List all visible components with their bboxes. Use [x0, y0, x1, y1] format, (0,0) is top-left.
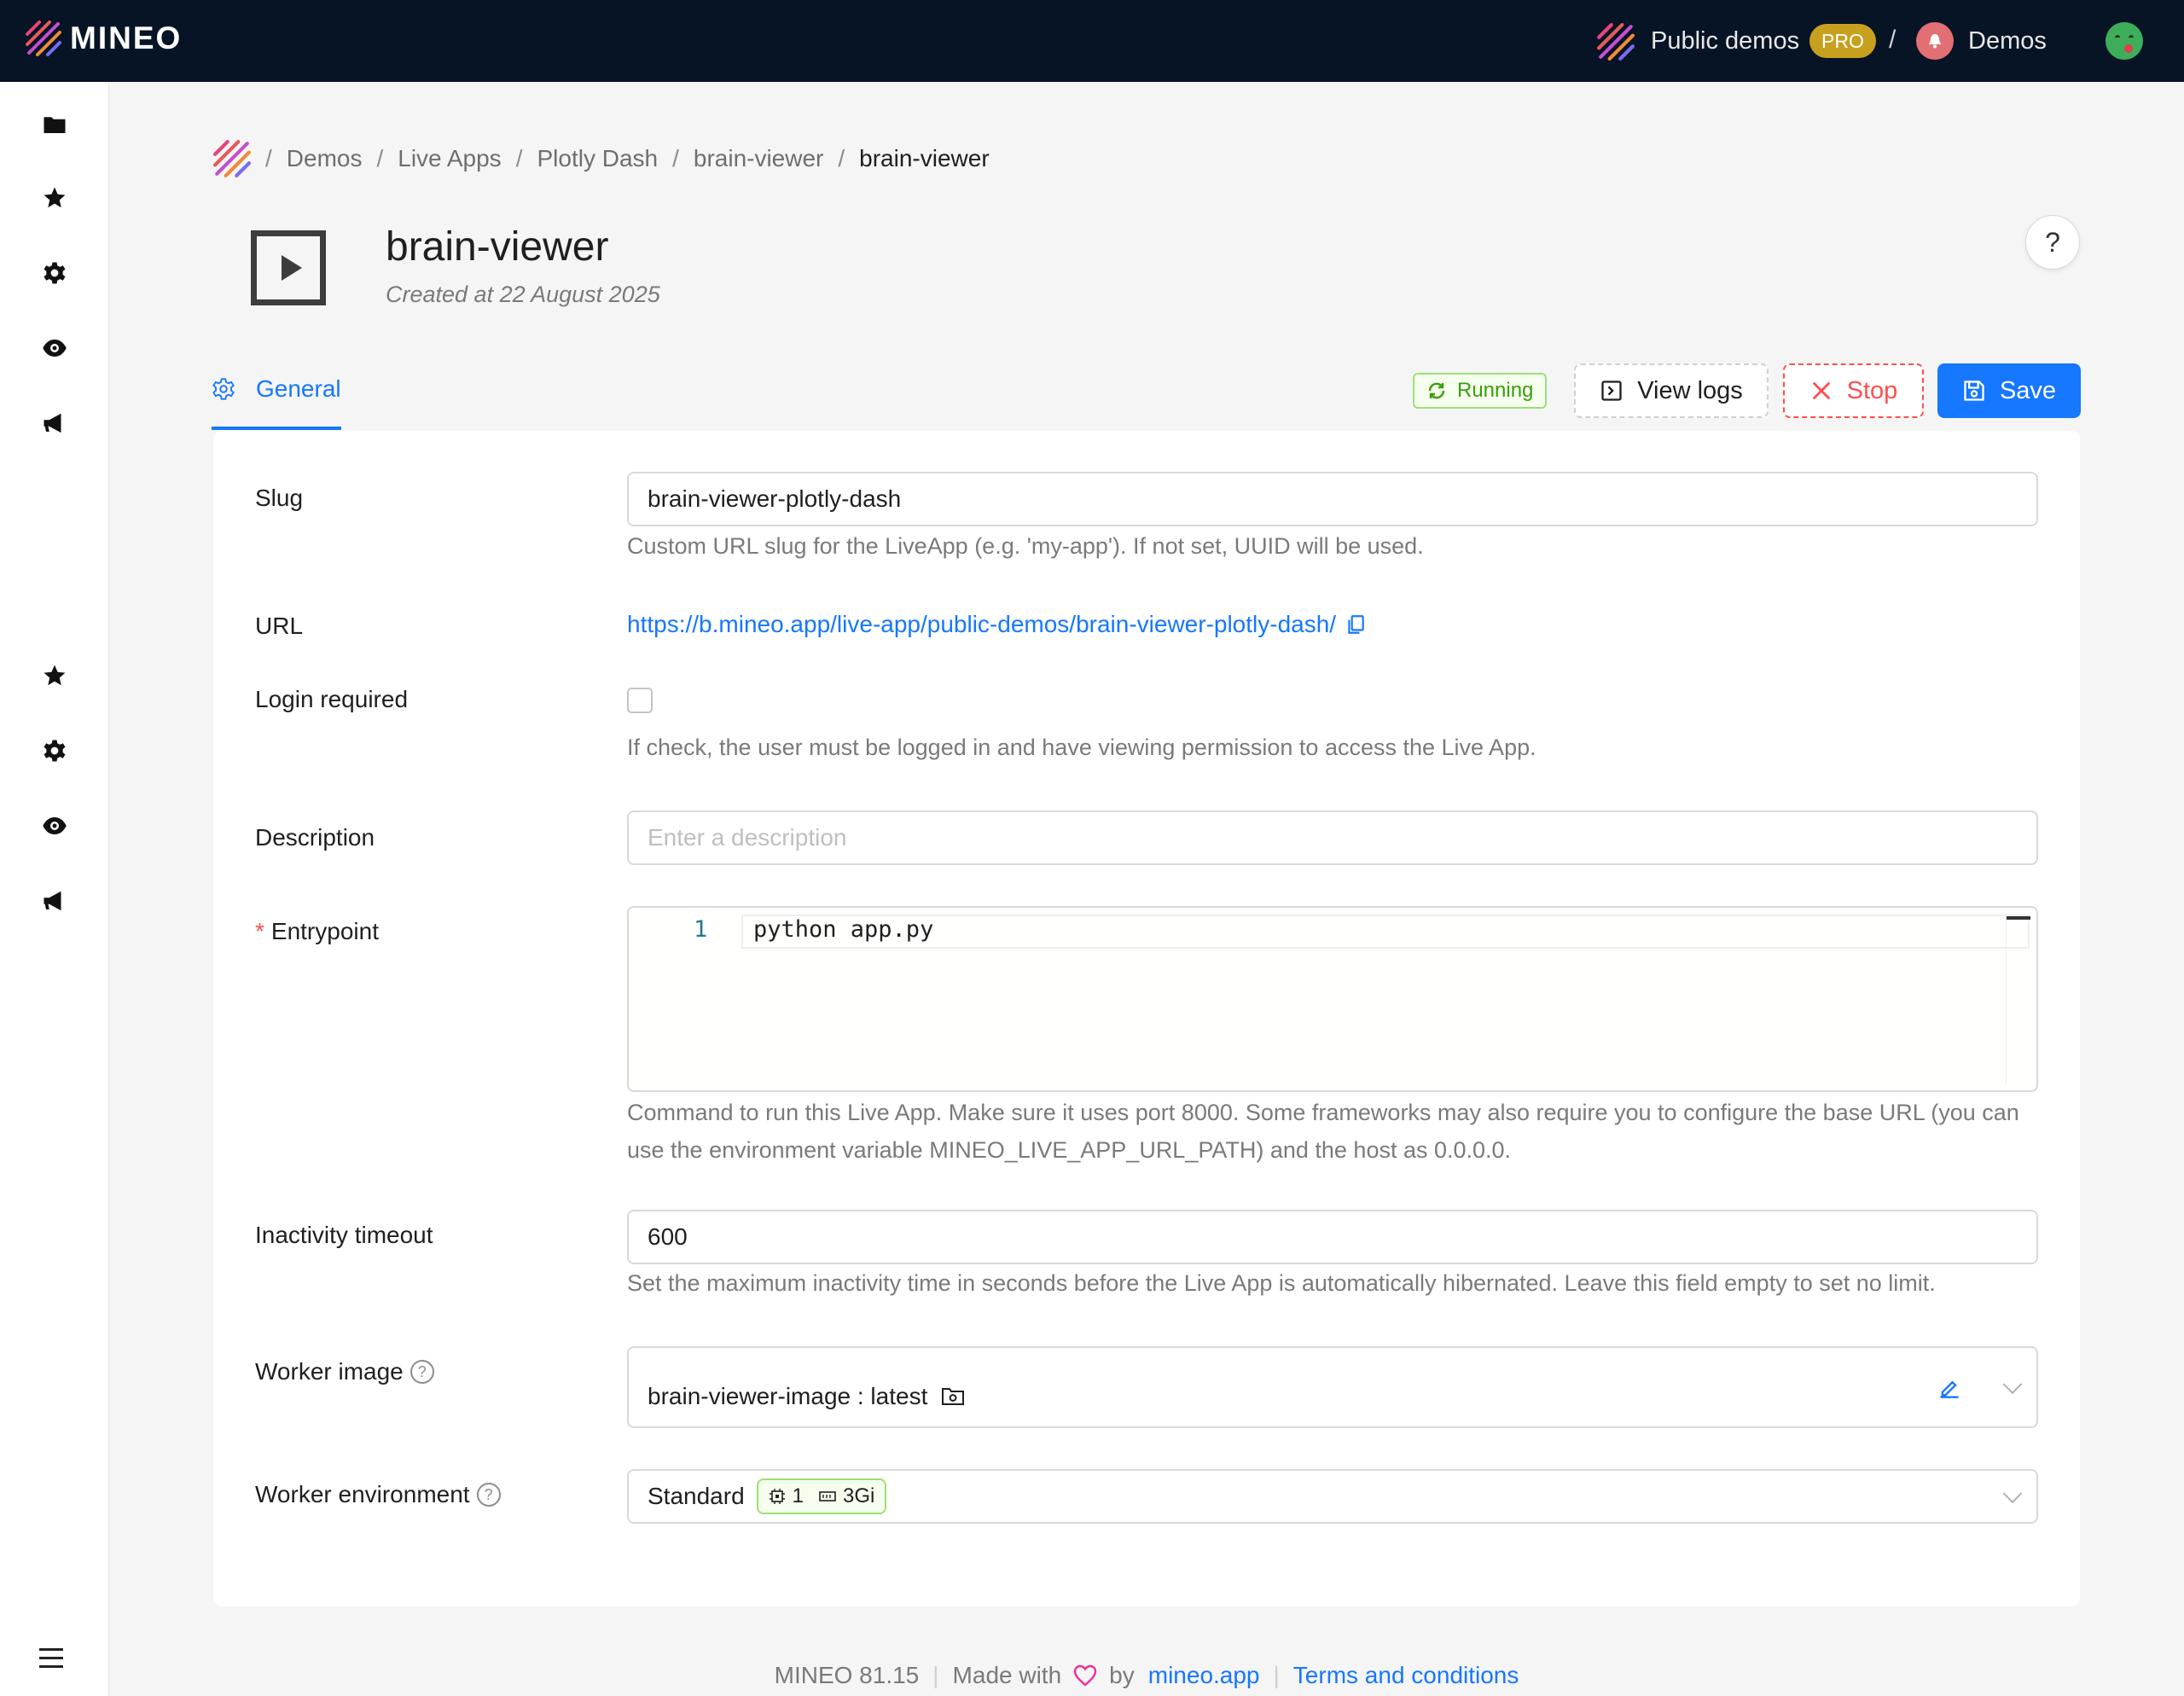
- breadcrumb-plotly-dash[interactable]: Plotly Dash: [537, 145, 658, 172]
- brand-name: MINEO: [70, 20, 183, 55]
- line-number: 1: [694, 916, 708, 943]
- user-avatar[interactable]: [2106, 22, 2143, 60]
- terms-link[interactable]: Terms and conditions: [1293, 1662, 1519, 1689]
- chevron-down-icon[interactable]: [2002, 1374, 2023, 1395]
- url-label: URL: [255, 613, 304, 639]
- worker-environment-select[interactable]: Standard 1 3Gi: [627, 1469, 2038, 1524]
- view-logs-button[interactable]: View logs: [1574, 363, 1769, 418]
- workspace-logo-icon: [1597, 23, 1635, 61]
- entrypoint-code-editor[interactable]: 1 python app.py: [627, 906, 2038, 1092]
- topbar-separator: /: [1889, 26, 1896, 54]
- breadcrumb-demos[interactable]: Demos: [287, 145, 363, 172]
- footer: MINEO 81.15 | Made with by mineo.app | T…: [774, 1662, 1519, 1689]
- description-label: Description: [255, 824, 375, 851]
- created-date: Created at 22 August 2025: [386, 282, 660, 307]
- status-label: Running: [1457, 379, 1534, 402]
- footer-site-link[interactable]: mineo.app: [1148, 1662, 1260, 1689]
- help-button[interactable]: ?: [2025, 215, 2080, 270]
- project-avatar[interactable]: [1916, 22, 1954, 60]
- inactivity-timeout-label: Inactivity timeout: [255, 1222, 433, 1248]
- eye-icon[interactable]: [41, 812, 68, 839]
- project-switcher[interactable]: Demos: [1968, 27, 2047, 55]
- breadcrumb-live-apps[interactable]: Live Apps: [398, 145, 501, 172]
- gear-icon[interactable]: [41, 737, 68, 764]
- workspace-switcher[interactable]: Public demos: [1651, 27, 1799, 55]
- mineo-home-icon[interactable]: [213, 140, 251, 177]
- view-logs-label: View logs: [1637, 376, 1743, 404]
- heart-icon: [1073, 1664, 1097, 1687]
- current-line-highlight: [741, 915, 2030, 949]
- footer-made-with: Made with: [952, 1662, 1062, 1688]
- top-bar: MINEO Public demos PRO / Demos: [0, 0, 2184, 82]
- image-folder-icon: [942, 1388, 965, 1405]
- worker-image-value: brain-viewer-image : latest: [648, 1383, 928, 1409]
- star-icon[interactable]: [41, 184, 68, 212]
- worker-image-select[interactable]: brain-viewer-image : latest: [627, 1346, 2038, 1428]
- slug-input[interactable]: [627, 472, 2038, 526]
- worker-environment-label: Worker environment ?: [255, 1481, 501, 1508]
- terminal-icon: [1601, 380, 1622, 401]
- save-button[interactable]: Save: [1937, 363, 2081, 418]
- entrypoint-label: * Entrypoint: [255, 918, 379, 944]
- megaphone-icon[interactable]: [41, 409, 68, 437]
- save-label: Save: [1999, 376, 2057, 404]
- folder-icon[interactable]: [41, 111, 68, 138]
- question-icon[interactable]: ?: [410, 1360, 434, 1384]
- required-mark: *: [255, 918, 264, 944]
- close-icon: [1812, 381, 1830, 400]
- worker-environment-value: Standard: [648, 1483, 745, 1509]
- page-title: brain-viewer: [386, 224, 609, 270]
- edit-icon[interactable]: [1937, 1375, 1961, 1399]
- copy-icon[interactable]: [1345, 613, 1367, 636]
- description-input[interactable]: [627, 810, 2038, 865]
- star-icon[interactable]: [41, 662, 68, 689]
- question-icon[interactable]: ?: [476, 1483, 501, 1507]
- entrypoint-code[interactable]: python app.py: [753, 916, 933, 943]
- breadcrumb-brain-viewer-folder[interactable]: brain-viewer: [694, 145, 824, 172]
- worker-image-label: Worker image ?: [255, 1358, 434, 1385]
- mineo-logo-icon: [26, 20, 61, 56]
- live-app-url[interactable]: https://b.mineo.app/live-app/public-demo…: [627, 611, 1367, 638]
- slug-label: Slug: [255, 485, 304, 511]
- gear-icon[interactable]: [41, 259, 68, 287]
- resources-tag: 1 3Gi: [756, 1478, 887, 1514]
- login-required-help: If check, the user must be logged in and…: [627, 735, 1536, 760]
- stop-button[interactable]: Stop: [1783, 363, 1924, 418]
- pro-badge: PRO: [1809, 24, 1876, 58]
- breadcrumb: / Demos / Live Apps / Plotly Dash / brai…: [213, 140, 990, 177]
- breadcrumb-current: brain-viewer: [859, 145, 990, 171]
- editor-gutter: [629, 908, 741, 1090]
- live-app-play-icon: [251, 230, 326, 305]
- status-badge: Running: [1413, 373, 1548, 409]
- footer-version: MINEO 81.15: [774, 1662, 920, 1688]
- tab-general[interactable]: General: [212, 369, 341, 430]
- login-required-label: Login required: [255, 686, 409, 712]
- memory-icon: [819, 1491, 836, 1501]
- inactivity-timeout-input[interactable]: [627, 1210, 2038, 1264]
- sync-icon: [1428, 382, 1445, 399]
- sidebar: [0, 82, 109, 1696]
- cpu-icon: [769, 1489, 785, 1504]
- url-link-text[interactable]: https://b.mineo.app/live-app/public-demo…: [627, 611, 1336, 638]
- cpu-count: 1: [792, 1484, 804, 1507]
- inactivity-timeout-help: Set the maximum inactivity time in secon…: [627, 1270, 1936, 1296]
- gear-icon: [212, 378, 235, 400]
- login-required-checkbox[interactable]: [627, 688, 653, 713]
- bell-icon: [1929, 34, 1941, 49]
- stop-label: Stop: [1846, 376, 1898, 404]
- slug-help: Custom URL slug for the LiveApp (e.g. 'm…: [627, 533, 1424, 559]
- eye-icon[interactable]: [41, 334, 68, 362]
- footer-by: by: [1109, 1662, 1135, 1688]
- megaphone-icon[interactable]: [41, 887, 68, 915]
- entrypoint-help: Command to run this Live App. Make sure …: [627, 1100, 2019, 1163]
- tab-general-label: General: [256, 375, 341, 402]
- memory-size: 3Gi: [843, 1484, 875, 1507]
- editor-scrollbar[interactable]: [2006, 913, 2030, 1083]
- save-icon: [1964, 380, 1984, 401]
- chevron-down-icon[interactable]: [2002, 1484, 2023, 1504]
- brand[interactable]: MINEO: [26, 20, 182, 56]
